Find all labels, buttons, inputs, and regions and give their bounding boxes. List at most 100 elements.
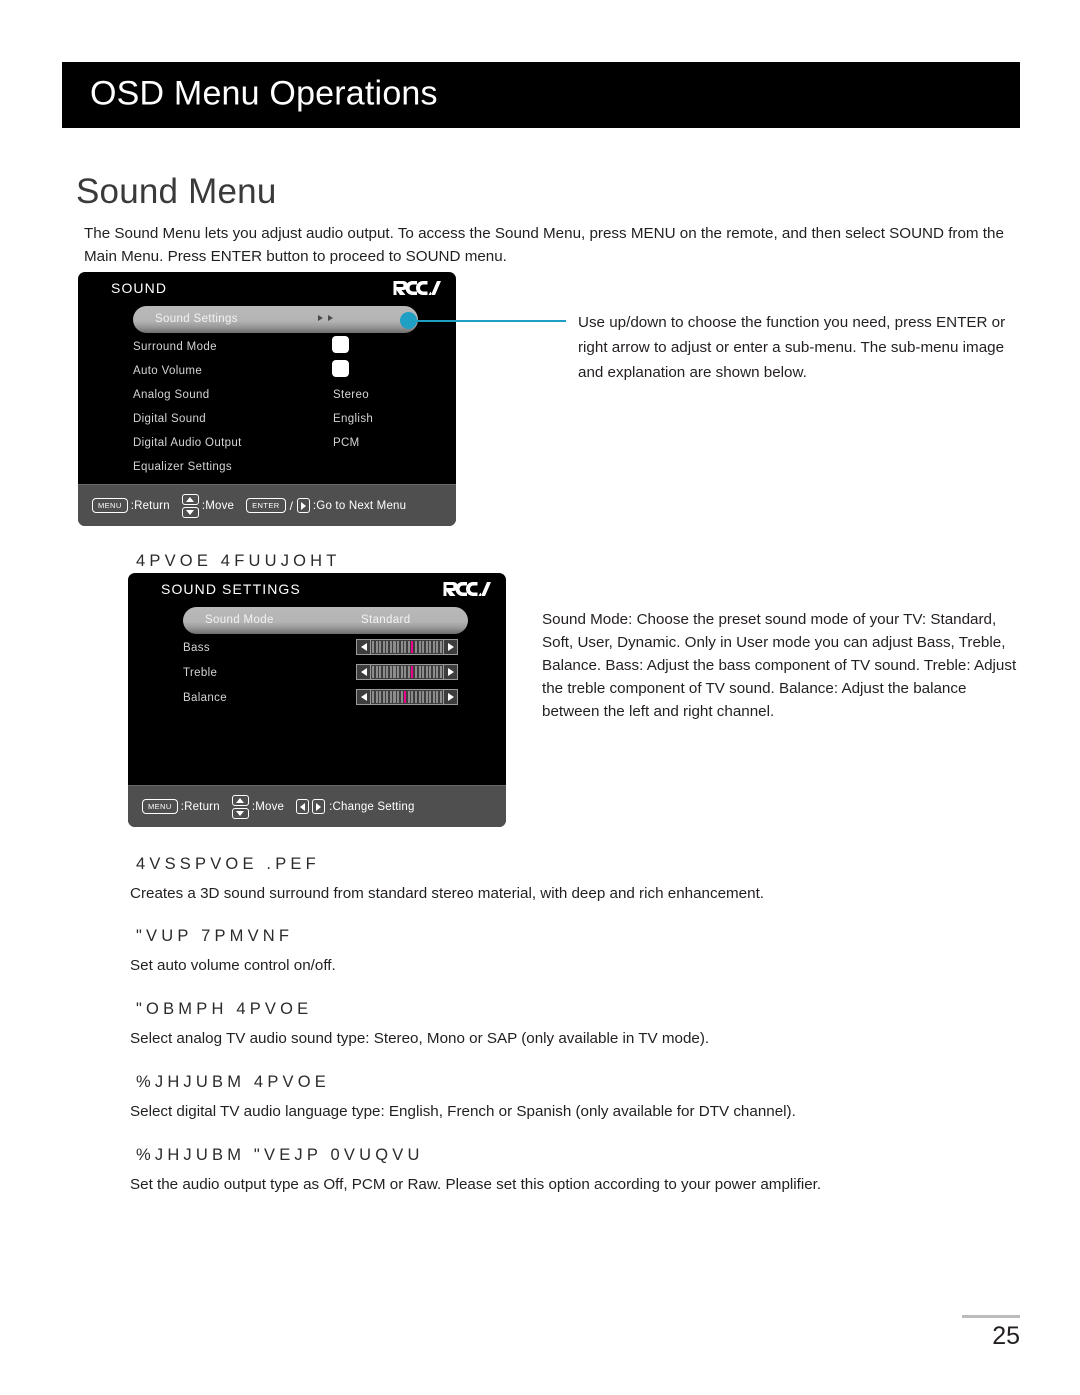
callout-text: Use up/down to choose the function you n… [578,314,1006,381]
slider-segment [432,691,435,703]
slider-left-arrow-icon[interactable] [357,665,371,679]
section-body-surround-mode: Creates a 3D sound surround from standar… [130,885,765,902]
left-arrow-icon[interactable] [296,799,310,814]
slider-segment [372,691,375,703]
section-body-digital-sound: Select digital TV audio language type: E… [130,1103,796,1120]
osd-slider-bass[interactable] [356,639,458,655]
slider-segment [404,691,407,703]
slider-segment [436,691,439,703]
slider-segment [439,666,443,678]
osd-row-sound-mode-label: Sound Mode [205,614,274,626]
osd-sound-title: SOUND [111,280,168,296]
slider-track-treble [371,665,443,679]
slider-track-balance [371,690,443,704]
up-down-arrow-icon[interactable] [181,493,199,518]
osd-sound-settings-footer-bar: MENU :Return :Move :Change Setting [128,785,506,827]
osd-row-treble-label: Treble [183,667,218,679]
slider-segment [400,691,403,703]
osd-footer-return-label: :Return [180,800,220,813]
slider-left-arrow-icon[interactable] [357,640,371,654]
osd-footer-move-label: :Move [251,800,285,813]
slider-right-arrow-icon[interactable] [443,690,457,704]
osd-row-sound-settings-label: Sound Settings [155,313,238,325]
page-header-title: OSD Menu Operations [90,74,438,113]
slider-segment [432,641,435,653]
section-body-digital-audio-output: Set the audio output type as Off, PCM or… [130,1176,822,1193]
slider-segment [414,691,418,703]
osd-row-digital-audio-output-value: PCM [333,437,360,449]
slider-segment [386,666,389,678]
osd-row-balance-label: Balance [183,692,228,704]
up-down-arrow-icon[interactable] [231,794,249,819]
slider-segment [407,666,410,678]
slider-segment [375,691,378,703]
double-right-arrow-icon [318,315,333,321]
callout-leader-line [414,320,566,322]
slider-right-arrow-icon[interactable] [443,640,457,654]
slider-segment [372,666,375,678]
page-header-band: OSD Menu Operations [62,62,1020,128]
right-arrow-icon[interactable] [312,799,326,814]
osd-sound-footer-bar: MENU :Return :Move ENTER / :Go to Next M… [78,484,456,526]
menu-key-icon[interactable]: MENU [92,498,128,513]
rca-logo-icon [442,579,492,599]
right-arrow-icon[interactable] [296,498,310,513]
slider-segment [407,691,410,703]
section-heading-sound-settings: 4PVOE 4FUUJOHT [136,552,341,570]
osd-row-sound-settings[interactable]: Sound Settings [133,306,418,333]
slider-segment [386,641,389,653]
slider-segment [397,641,400,653]
slider-segment [411,691,414,703]
slider-segment [429,666,432,678]
slider-segment [407,641,410,653]
section-heading-surround-mode: 4VSSPVOE .PEF [136,855,320,873]
slider-segment [436,641,439,653]
osd-sound-header: SOUND [78,272,456,302]
page-title: Sound Menu [76,172,277,211]
slider-segment [375,641,378,653]
slider-segment [414,641,418,653]
section-heading-digital-audio-output: %JHJUBM "VEJP 0VUQVU [136,1146,424,1164]
osd-slider-balance[interactable] [356,689,458,705]
slider-segment [379,641,382,653]
slider-segment [418,666,421,678]
slider-segment [425,641,428,653]
slider-segment [429,641,432,653]
slider-left-arrow-icon[interactable] [357,690,371,704]
enter-key-icon[interactable]: ENTER [246,498,286,513]
osd-row-bass-label: Bass [183,642,210,654]
osd-checkbox-surround-mode[interactable] [332,336,349,353]
osd-row-analog-sound-value: Stereo [333,389,369,401]
slider-segment [404,641,407,653]
slider-segment [432,666,435,678]
osd-row-equalizer-settings-label: Equalizer Settings [133,461,232,473]
osd-checkbox-auto-volume[interactable] [332,360,349,377]
slider-segment [386,691,389,703]
osd-row-surround-mode-label: Surround Mode [133,341,217,353]
rca-logo-icon [392,278,442,298]
slider-segment [422,666,425,678]
osd-slider-treble[interactable] [356,664,458,680]
osd-sound-settings-header: SOUND SETTINGS [128,573,506,603]
menu-key-icon[interactable]: MENU [142,799,178,814]
slider-segment [400,641,403,653]
slider-segment [382,641,385,653]
slider-segment [418,641,421,653]
slider-segment [389,666,392,678]
osd-sound-settings-screenshot: SOUND SETTINGS Sound Mode Standard Bass … [128,573,506,827]
slider-segment [414,666,418,678]
slider-segment [422,641,425,653]
slider-segment [393,666,396,678]
osd-footer-separator: / [289,498,293,513]
section-heading-auto-volume: "VUP 7PMVNF [136,927,294,945]
slider-segment [375,666,378,678]
slider-track-bass [371,640,443,654]
osd-row-sound-mode[interactable]: Sound Mode Standard [183,607,468,634]
osd-row-sound-mode-value: Standard [361,614,411,626]
slider-right-arrow-icon[interactable] [443,665,457,679]
footer-rule [962,1315,1020,1318]
osd-sound-menu-screenshot: SOUND Sound Settings Surround Mode Auto … [78,272,456,526]
osd-row-auto-volume-label: Auto Volume [133,365,203,377]
slider-segment [393,691,396,703]
slider-segment [439,641,443,653]
